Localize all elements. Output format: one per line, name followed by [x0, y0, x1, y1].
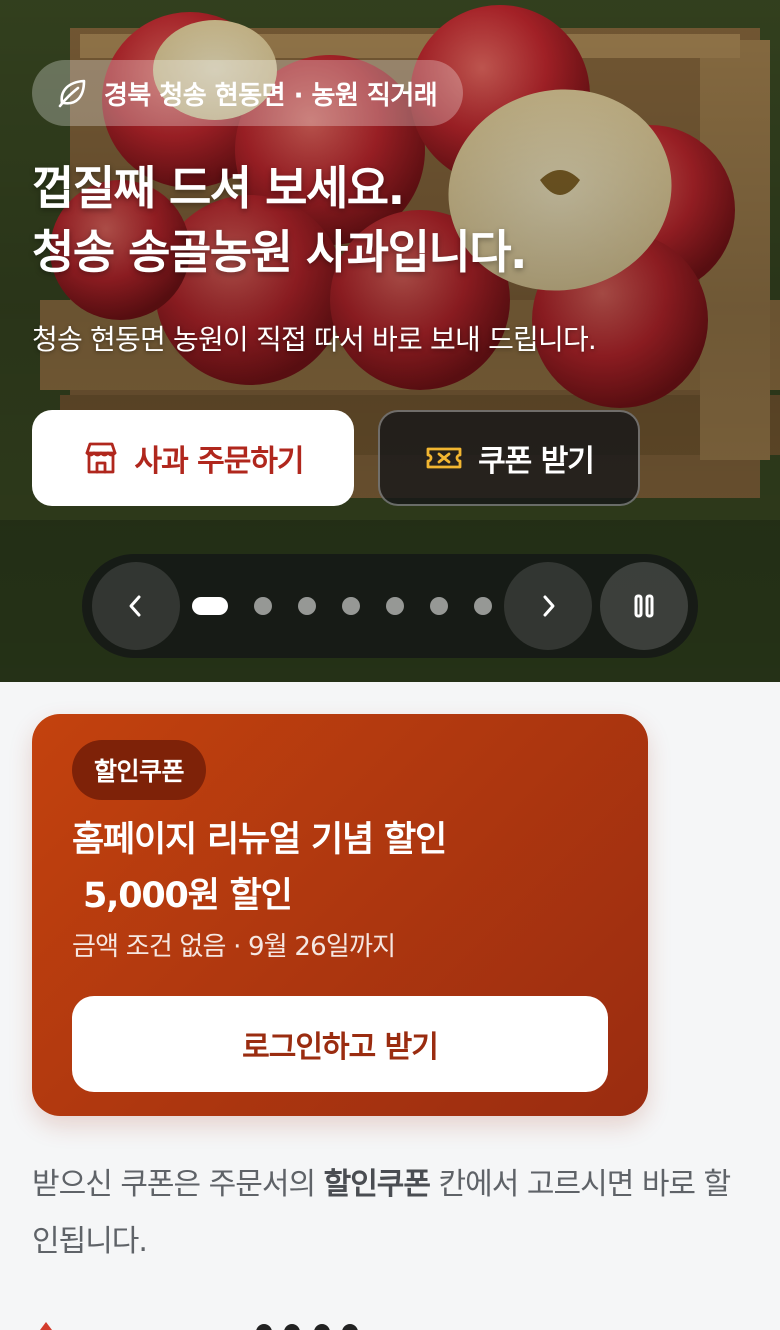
carousel-dot[interactable] — [386, 597, 404, 615]
hero-title-line-2: 청송 송골농원 사과입니다. — [32, 225, 528, 279]
coupon-badge: 할인쿠폰 — [72, 740, 207, 800]
get-coupon-label: 쿠폰 받기 — [478, 444, 595, 479]
order-apples-label: 사과 주문하기 — [134, 444, 304, 479]
location-chip: 경북 청송 현동면 · 농원 직거래 — [32, 60, 464, 126]
carousel-dot[interactable] — [192, 597, 228, 615]
carousel-dot[interactable] — [474, 597, 492, 615]
hero-banner: 경북 청송 현동면 · 농원 직거래 껍질째 드셔 보세요. 청송 송골농원 사… — [0, 0, 780, 682]
carousel-next-button[interactable] — [504, 562, 592, 650]
discount-coupon-card: 할인쿠폰 홈페이지 리뉴얼 기념 할인 5,000원 할인 금액 조건 없음 ·… — [32, 714, 648, 1116]
hero-subtitle: 청송 현동면 농원이 직접 따서 바로 보내 드립니다. — [32, 323, 597, 356]
next-section-peek — [40, 1322, 358, 1330]
hero-title-line-1: 껍질째 드셔 보세요. — [32, 161, 405, 215]
chevron-right-icon — [543, 595, 555, 617]
coupon-condition: 금액 조건 없음 · 9월 26일까지 — [72, 932, 396, 962]
carousel-controls — [82, 554, 698, 658]
leaf-icon — [58, 79, 86, 108]
location-chip-label: 경북 청송 현동면 · 농원 직거래 — [104, 80, 438, 111]
ticket-icon — [426, 447, 462, 469]
store-icon — [86, 442, 117, 474]
note-highlight: 할인쿠폰 — [323, 1167, 431, 1202]
carousel-dot[interactable] — [430, 597, 448, 615]
carousel-pause-button[interactable] — [600, 562, 688, 650]
login-and-get-button[interactable]: 로그인하고 받기 — [72, 996, 608, 1092]
order-apples-button[interactable]: 사과 주문하기 — [32, 410, 354, 506]
coupon-usage-note: 받으신 쿠폰은 주문서의 할인쿠폰 칸에서 고르시면 바로 할인됩니다. — [32, 1156, 732, 1270]
coupon-title: 홈페이지 리뉴얼 기념 할인 5,000원 할인 — [72, 820, 447, 916]
get-coupon-button[interactable]: 쿠폰 받기 — [378, 410, 640, 506]
hero-title: 껍질째 드셔 보세요. 청송 송골농원 사과입니다. — [32, 156, 752, 284]
carousel-dot[interactable] — [342, 597, 360, 615]
note-text-before: 받으신 쿠폰은 주문서의 — [32, 1167, 324, 1202]
carousel-prev-button[interactable] — [92, 562, 180, 650]
chevron-left-icon — [129, 595, 141, 617]
pause-icon — [634, 594, 654, 618]
carousel-dot[interactable] — [254, 597, 272, 615]
carousel-dot[interactable] — [298, 597, 316, 615]
